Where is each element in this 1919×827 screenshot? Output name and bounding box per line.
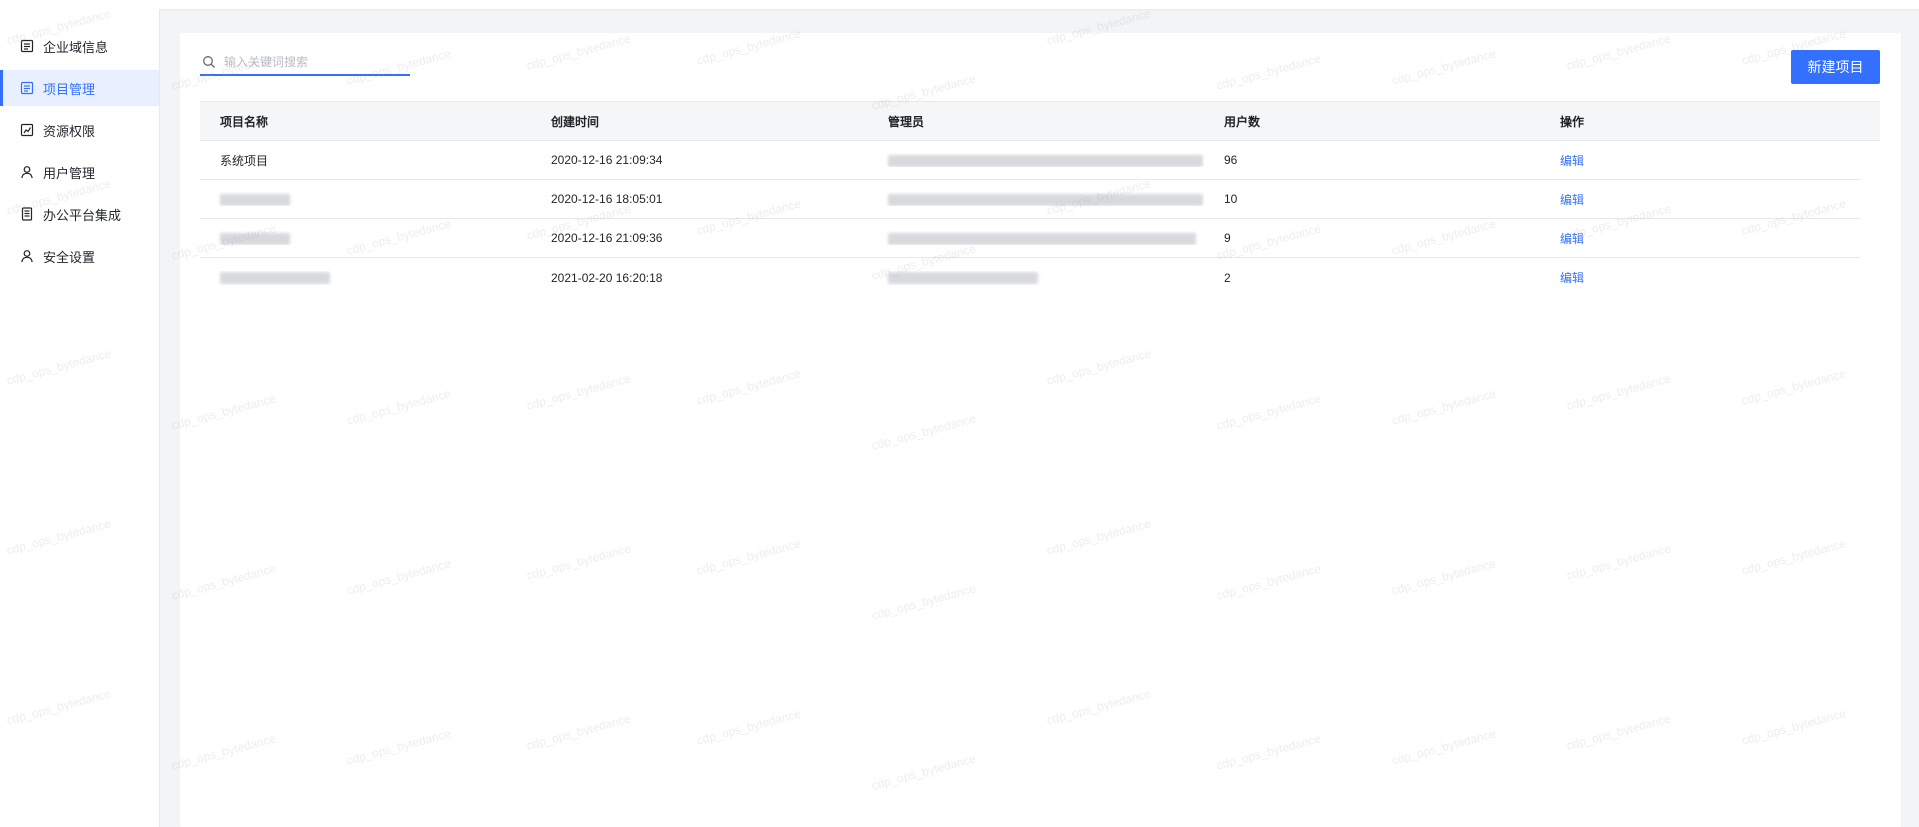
column-header-name: 项目名称	[220, 114, 269, 129]
search-icon	[202, 55, 216, 69]
admin-list-redacted	[868, 153, 1204, 167]
table-header: 项目名称 创建时间 管理员 用户数 操作	[200, 101, 1880, 141]
new-project-button[interactable]: 新建项目	[1791, 50, 1880, 84]
project-table: 项目名称 创建时间 管理员 用户数 操作 系统项目 2020-12-16 21:…	[200, 101, 1880, 297]
sidebar-item-resource-permissions[interactable]: 资源权限	[0, 112, 159, 148]
project-name: 系统项目	[220, 153, 269, 168]
project-name-redacted	[200, 192, 531, 206]
search-input[interactable]	[222, 54, 402, 70]
created-time: 2020-12-16 21:09:34	[551, 153, 663, 167]
user-count: 2	[1224, 270, 1231, 285]
sidebar-item-label: 办公平台集成	[43, 207, 122, 223]
chart-square-icon	[20, 123, 34, 137]
table-row: 2020-12-16 21:09:36 9 编辑	[200, 219, 1860, 258]
column-header-admin: 管理员	[888, 114, 925, 129]
column-header-created: 创建时间	[551, 114, 600, 129]
list-icon	[20, 81, 34, 95]
user-count: 9	[1224, 231, 1231, 245]
sidebar-item-label: 安全设置	[43, 249, 96, 265]
list-icon	[20, 39, 34, 53]
document-icon	[20, 207, 34, 221]
main-panel: 新建项目 项目名称 创建时间 管理员 用户数 操作 系统项目 2020-12-1…	[180, 33, 1901, 827]
edit-link[interactable]: 编辑	[1560, 154, 1584, 168]
user-icon	[20, 165, 34, 179]
edit-link[interactable]: 编辑	[1560, 193, 1584, 207]
column-header-users: 用户数	[1224, 114, 1261, 129]
table-row: 2020-12-16 18:05:01 10 编辑	[200, 180, 1860, 219]
top-bar	[0, 0, 1919, 9]
edit-link[interactable]: 编辑	[1560, 232, 1584, 246]
created-time: 2020-12-16 21:09:36	[551, 231, 663, 245]
created-time: 2021-02-20 16:20:18	[551, 270, 663, 285]
sidebar-item-user-management[interactable]: 用户管理	[0, 154, 159, 190]
project-name-redacted	[200, 271, 531, 285]
sidebar-item-label: 用户管理	[43, 165, 96, 181]
user-icon	[20, 249, 34, 263]
admin-list-redacted	[868, 271, 1204, 285]
table-row: 系统项目 2020-12-16 21:09:34 96 编辑	[200, 141, 1860, 180]
user-count: 10	[1224, 192, 1238, 206]
sidebar-item-security-settings[interactable]: 安全设置	[0, 238, 159, 274]
edit-link[interactable]: 编辑	[1560, 271, 1584, 285]
admin-list-redacted	[868, 231, 1204, 245]
sidebar: 企业域信息 项目管理 资源权限 用户管理 办公平台集成 安全设置	[0, 9, 160, 827]
admin-list-redacted	[868, 192, 1204, 206]
search-box[interactable]	[200, 50, 410, 76]
sidebar-item-enterprise-info[interactable]: 企业域信息	[0, 28, 159, 64]
table-row: 2021-02-20 16:20:18 2 编辑	[200, 258, 1860, 297]
sidebar-item-label: 项目管理	[43, 81, 96, 97]
column-header-actions: 操作	[1560, 114, 1585, 129]
project-name-redacted	[200, 231, 531, 245]
created-time: 2020-12-16 18:05:01	[551, 192, 663, 206]
sidebar-item-project-management[interactable]: 项目管理	[0, 70, 159, 106]
sidebar-item-label: 资源权限	[43, 123, 96, 139]
sidebar-item-label: 企业域信息	[43, 39, 109, 55]
user-count: 96	[1224, 153, 1238, 167]
sidebar-item-office-integration[interactable]: 办公平台集成	[0, 196, 159, 232]
